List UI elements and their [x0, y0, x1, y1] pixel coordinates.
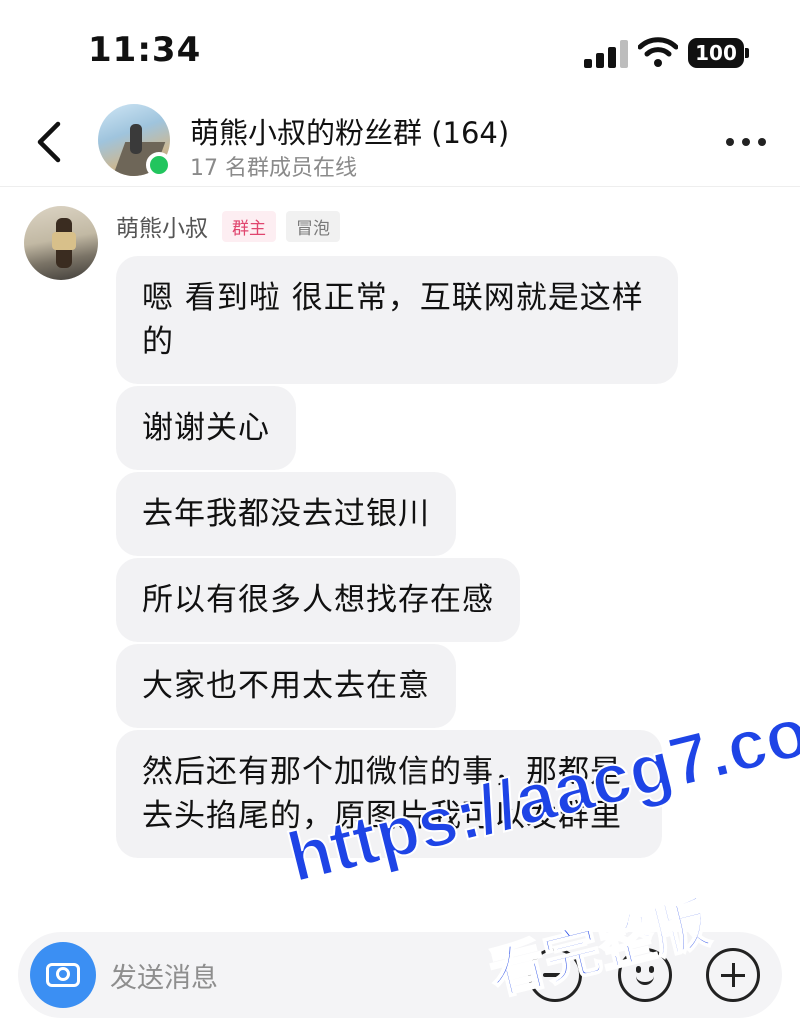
- message-bubble[interactable]: 去年我都没去过银川: [116, 472, 456, 556]
- bubble-badge: 冒泡: [286, 210, 340, 242]
- online-member-count: 17 名群成员在线: [190, 156, 357, 181]
- group-title[interactable]: 萌熊小叔的粉丝群 (164): [190, 110, 509, 152]
- back-arrow-icon[interactable]: [30, 118, 70, 166]
- message-bubble[interactable]: 然后还有那个加微信的事，那都是去头掐尾的，原图片我可以发群里: [116, 730, 662, 858]
- message-bubble[interactable]: 嗯 看到啦 很正常，互联网就是这样的: [116, 256, 678, 384]
- chat-header: 萌熊小叔的粉丝群 (164) 17 名群成员在线: [0, 100, 800, 187]
- owner-badge: 群主: [222, 210, 276, 242]
- voice-icon[interactable]: [528, 948, 582, 1002]
- message-bubble[interactable]: 所以有很多人想找存在感: [116, 558, 520, 642]
- cellular-signal-icon: [584, 40, 628, 68]
- more-options-icon[interactable]: [726, 138, 770, 148]
- message-input-bar: 发送消息: [18, 932, 782, 1018]
- status-bar: 11:34 100: [0, 0, 800, 100]
- message-bubble[interactable]: 谢谢关心: [116, 386, 296, 470]
- add-icon[interactable]: [706, 948, 760, 1002]
- wifi-icon: [638, 37, 678, 67]
- emoji-icon[interactable]: [618, 948, 672, 1002]
- sender-info: 萌熊小叔 群主 冒泡: [116, 210, 350, 242]
- sender-avatar[interactable]: [24, 206, 98, 280]
- message-input[interactable]: 发送消息: [110, 956, 218, 995]
- online-status-dot: [146, 152, 172, 178]
- camera-icon[interactable]: [30, 942, 96, 1008]
- message-bubble[interactable]: 大家也不用太去在意: [116, 644, 456, 728]
- battery-icon: 100: [688, 38, 749, 68]
- sender-name[interactable]: 萌熊小叔: [116, 209, 208, 243]
- status-time: 11:34: [88, 30, 202, 70]
